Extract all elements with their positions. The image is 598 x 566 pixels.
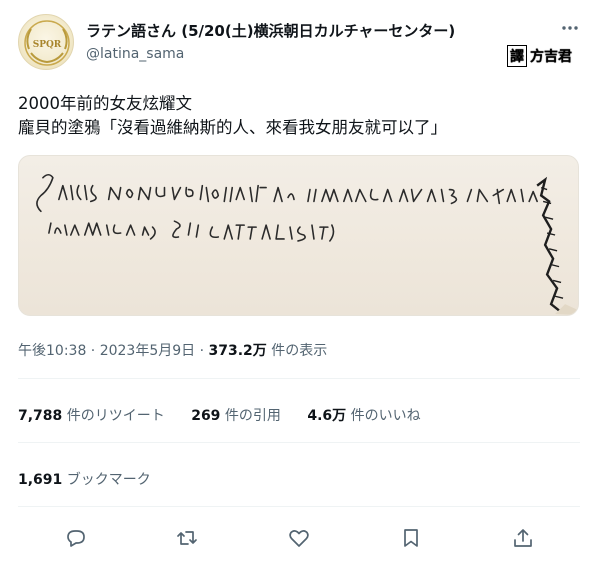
more-icon[interactable] <box>560 18 580 38</box>
engagement-stats: 7,788 件のリツイート 269 件の引用 4.6万 件のいいね <box>18 405 443 425</box>
watermark-box: 譯 <box>507 45 527 67</box>
retweet-icon[interactable] <box>175 526 199 550</box>
watermark-text: 方吉君 <box>530 49 572 65</box>
retweet-label: 件のリツイート <box>62 408 165 424</box>
like-label: 件のいいね <box>346 408 421 424</box>
quote-stat[interactable]: 269 件の引用 <box>191 408 281 424</box>
quote-count: 269 <box>191 408 221 424</box>
bookmark-stat[interactable]: 1,691 ブックマーク <box>18 469 151 489</box>
divider <box>18 442 580 443</box>
bookmark-icon[interactable] <box>399 526 423 550</box>
view-count: 373.2万 <box>208 343 267 359</box>
bookmark-count: 1,691 <box>18 472 63 488</box>
tweet-line-2: 龐貝的塗鴉「沒看過維納斯的人、來看我女朋友就可以了」 <box>18 118 447 137</box>
avatar[interactable]: SPQR <box>18 14 74 70</box>
tweet-line-1: 2000年前的女友炫耀文 <box>18 94 192 113</box>
quote-label: 件の引用 <box>220 408 281 424</box>
like-stat[interactable]: 4.6万 件のいいね <box>307 408 420 424</box>
tweet-header: SPQR ラテン語さん (5/20(土)横浜朝日カルチャーセンター) @lati… <box>18 14 580 70</box>
graffiti-image[interactable] <box>18 155 579 316</box>
like-icon[interactable] <box>287 526 311 550</box>
tweet-text: 2000年前的女友炫耀文 龐貝的塗鴉「沒看過維納斯的人、來看我女朋友就可以了」 <box>18 92 578 140</box>
translator-watermark: 譯方吉君 <box>503 44 576 68</box>
divider <box>18 378 580 379</box>
tweet-timestamp[interactable]: 午後10:38 · 2023年5月9日 · <box>18 343 209 359</box>
share-icon[interactable] <box>511 526 535 550</box>
retweet-count: 7,788 <box>18 408 63 424</box>
display-name[interactable]: ラテン語さん (5/20(土)横浜朝日カルチャーセンター) <box>86 20 455 41</box>
retweet-stat[interactable]: 7,788 件のリツイート <box>18 408 165 424</box>
action-bar <box>18 522 580 554</box>
bookmark-label: ブックマーク <box>62 472 151 488</box>
like-count: 4.6万 <box>307 408 347 424</box>
user-handle[interactable]: @latina_sama <box>86 46 184 62</box>
reply-icon[interactable] <box>64 526 88 550</box>
view-count-label: 件の表示 <box>266 343 328 359</box>
tweet-meta: 午後10:38 · 2023年5月9日 · 373.2万 件の表示 <box>18 340 327 360</box>
svg-text:SPQR: SPQR <box>33 40 62 50</box>
divider <box>18 506 580 507</box>
